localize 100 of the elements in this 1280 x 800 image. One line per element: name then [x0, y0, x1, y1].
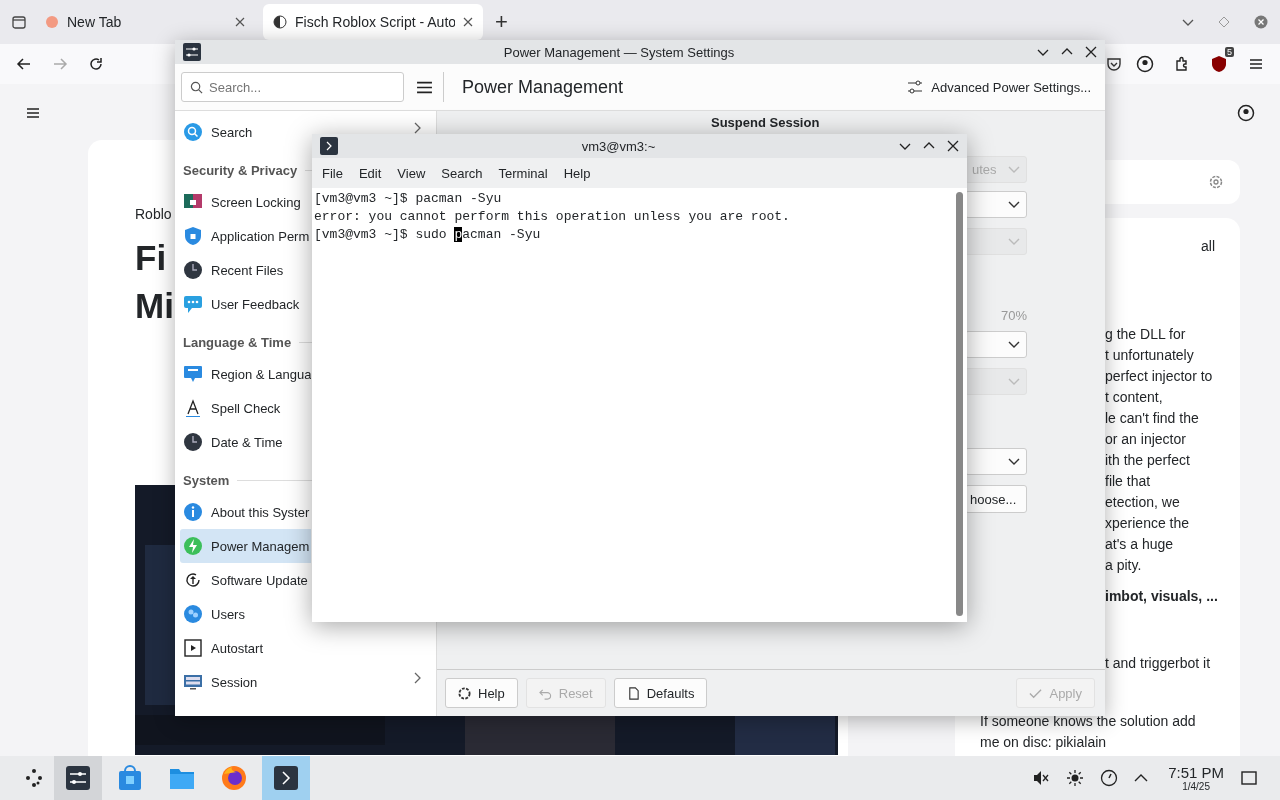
browser-icon	[220, 764, 248, 792]
sidebar-item[interactable]: Power Managem	[180, 529, 311, 563]
account-icon[interactable]	[1237, 104, 1255, 122]
section-header: Language & Time	[183, 334, 292, 350]
shield-icon[interactable]	[1106, 56, 1122, 72]
footer-button[interactable]: Defaults	[613, 678, 708, 708]
sidebar-item[interactable]: Region & Langua	[180, 357, 311, 391]
chevron-down-icon	[1008, 165, 1020, 174]
half-circle-icon	[273, 15, 287, 29]
search-icon	[190, 81, 203, 94]
sidebar-item[interactable]: Users	[180, 597, 311, 631]
menu-item[interactable]: Search	[433, 165, 491, 181]
footer-button[interactable]: Help	[445, 678, 518, 708]
close-icon[interactable]	[235, 17, 245, 27]
sidebar-item[interactable]: Spell Check	[180, 391, 311, 425]
comment-text: perfect injector to	[1105, 367, 1214, 386]
breadcrumb-link[interactable]: Roblo	[135, 206, 172, 222]
chevron-down-icon	[1008, 457, 1020, 466]
menu-item[interactable]: View	[389, 165, 434, 181]
play-icon	[183, 638, 203, 658]
choose-button[interactable]: hoose...	[965, 485, 1027, 513]
reload-icon[interactable]	[88, 56, 104, 72]
terminal-line: error: you cannot perform this operation unless you are root.	[314, 208, 791, 226]
menu-icon[interactable]	[25, 105, 41, 121]
sidebar-item[interactable]: Session	[180, 665, 311, 699]
sidebar-item[interactable]: Search	[180, 115, 311, 149]
browser-tab[interactable]: New Tab	[35, 4, 255, 40]
terminal-app-icon	[320, 137, 338, 155]
browser-tab[interactable]: Fisch Roblox Script - Auto	[263, 4, 483, 40]
terminal-line: [vm3@vm3 ~]$ pacman -Syu	[314, 190, 503, 208]
chevron-down-icon	[1008, 377, 1020, 386]
back-arrow-icon[interactable]	[16, 56, 32, 72]
power-icon	[183, 536, 203, 556]
search-field[interactable]: Search...	[181, 72, 404, 102]
menu-item[interactable]: File	[314, 165, 351, 181]
taskbar-app[interactable]	[262, 756, 310, 800]
advanced-settings-button[interactable]: Advanced Power Settings...	[899, 79, 1099, 95]
sidebar-item[interactable]: Autostart	[180, 631, 311, 665]
close-icon[interactable]	[947, 140, 959, 152]
new-tab-button[interactable]: +	[495, 9, 508, 35]
clock-icon	[183, 432, 203, 452]
window-title: vm3@vm3:~	[580, 138, 657, 154]
chevron-right-icon[interactable]	[414, 122, 422, 134]
page-title: Power Management	[462, 76, 624, 98]
gauge-icon[interactable]	[1100, 769, 1119, 787]
section-header: Security & Privacy	[183, 162, 298, 178]
comment-text: le can't find the	[1105, 409, 1200, 428]
menu-icon[interactable]	[1248, 56, 1264, 72]
chevron-right-icon[interactable]	[414, 672, 422, 684]
close-icon[interactable]	[463, 17, 473, 27]
users-icon	[183, 604, 203, 624]
notification-badge: 5	[1225, 47, 1234, 57]
chevron-down-icon	[1008, 340, 1020, 349]
spell-icon	[183, 398, 203, 418]
sidebar-item[interactable]: Software Update	[180, 563, 311, 597]
section-title: Suspend Session	[711, 115, 820, 130]
checkmark-icon	[1029, 686, 1043, 700]
close-icon[interactable]	[1085, 46, 1097, 58]
document-icon	[626, 686, 640, 700]
terminal-line: [vm3@vm3 ~]$ sudo pacman -Syu	[314, 226, 542, 244]
article-title: Fi	[135, 237, 167, 279]
menu-item[interactable]: Edit	[350, 165, 390, 181]
comment-text: file that	[1105, 472, 1152, 491]
chevron-down-icon	[1008, 200, 1020, 209]
comment-text: etection, we	[1105, 493, 1181, 512]
clock[interactable]: 7:51 PM 1/4/25	[1168, 764, 1224, 792]
comment-text: t content,	[1105, 388, 1164, 407]
filter-label[interactable]: all	[1201, 238, 1215, 254]
chat-icon	[183, 294, 203, 314]
brightness-icon[interactable]	[1066, 769, 1085, 787]
comment-text: or an injector	[1105, 430, 1187, 449]
taskbar-app[interactable]	[54, 756, 102, 800]
muted-speaker-icon[interactable]	[1032, 769, 1051, 787]
update-icon	[183, 570, 203, 590]
scrollbar[interactable]	[956, 192, 963, 616]
tab-list-icon[interactable]	[11, 14, 27, 30]
show-desktop-icon[interactable]	[1240, 769, 1258, 787]
sidebar-item[interactable]: Date & Time	[180, 425, 311, 459]
menu-item[interactable]: Help	[555, 165, 599, 181]
menu-item[interactable]: Terminal	[490, 165, 556, 181]
sidebar-item[interactable]: Recent Files	[180, 253, 311, 287]
account-icon[interactable]	[1136, 55, 1154, 73]
shield-icon	[183, 226, 203, 246]
settings-app-icon	[183, 43, 201, 61]
shield-icon[interactable]	[1210, 55, 1228, 73]
sidebar-item[interactable]: User Feedback	[180, 287, 311, 321]
tab-title: New Tab	[67, 14, 123, 30]
puzzle-icon[interactable]	[1174, 56, 1190, 72]
sidebar-item[interactable]: About this Syster	[180, 495, 311, 529]
info-icon	[183, 502, 203, 522]
sidebar-item[interactable]: Application Perm	[180, 219, 311, 253]
comment-text: g the DLL for	[1105, 325, 1187, 344]
comment-text: a pity.	[1105, 556, 1143, 575]
percent-label: 70%	[999, 308, 1027, 323]
sidebar-item[interactable]: Screen Locking	[180, 185, 311, 219]
settings-icon[interactable]	[1208, 174, 1224, 190]
sliders-icon	[64, 764, 92, 792]
sliders-icon	[907, 79, 924, 95]
screen-icon	[183, 672, 203, 692]
comment-text: t unfortunately	[1105, 346, 1195, 365]
